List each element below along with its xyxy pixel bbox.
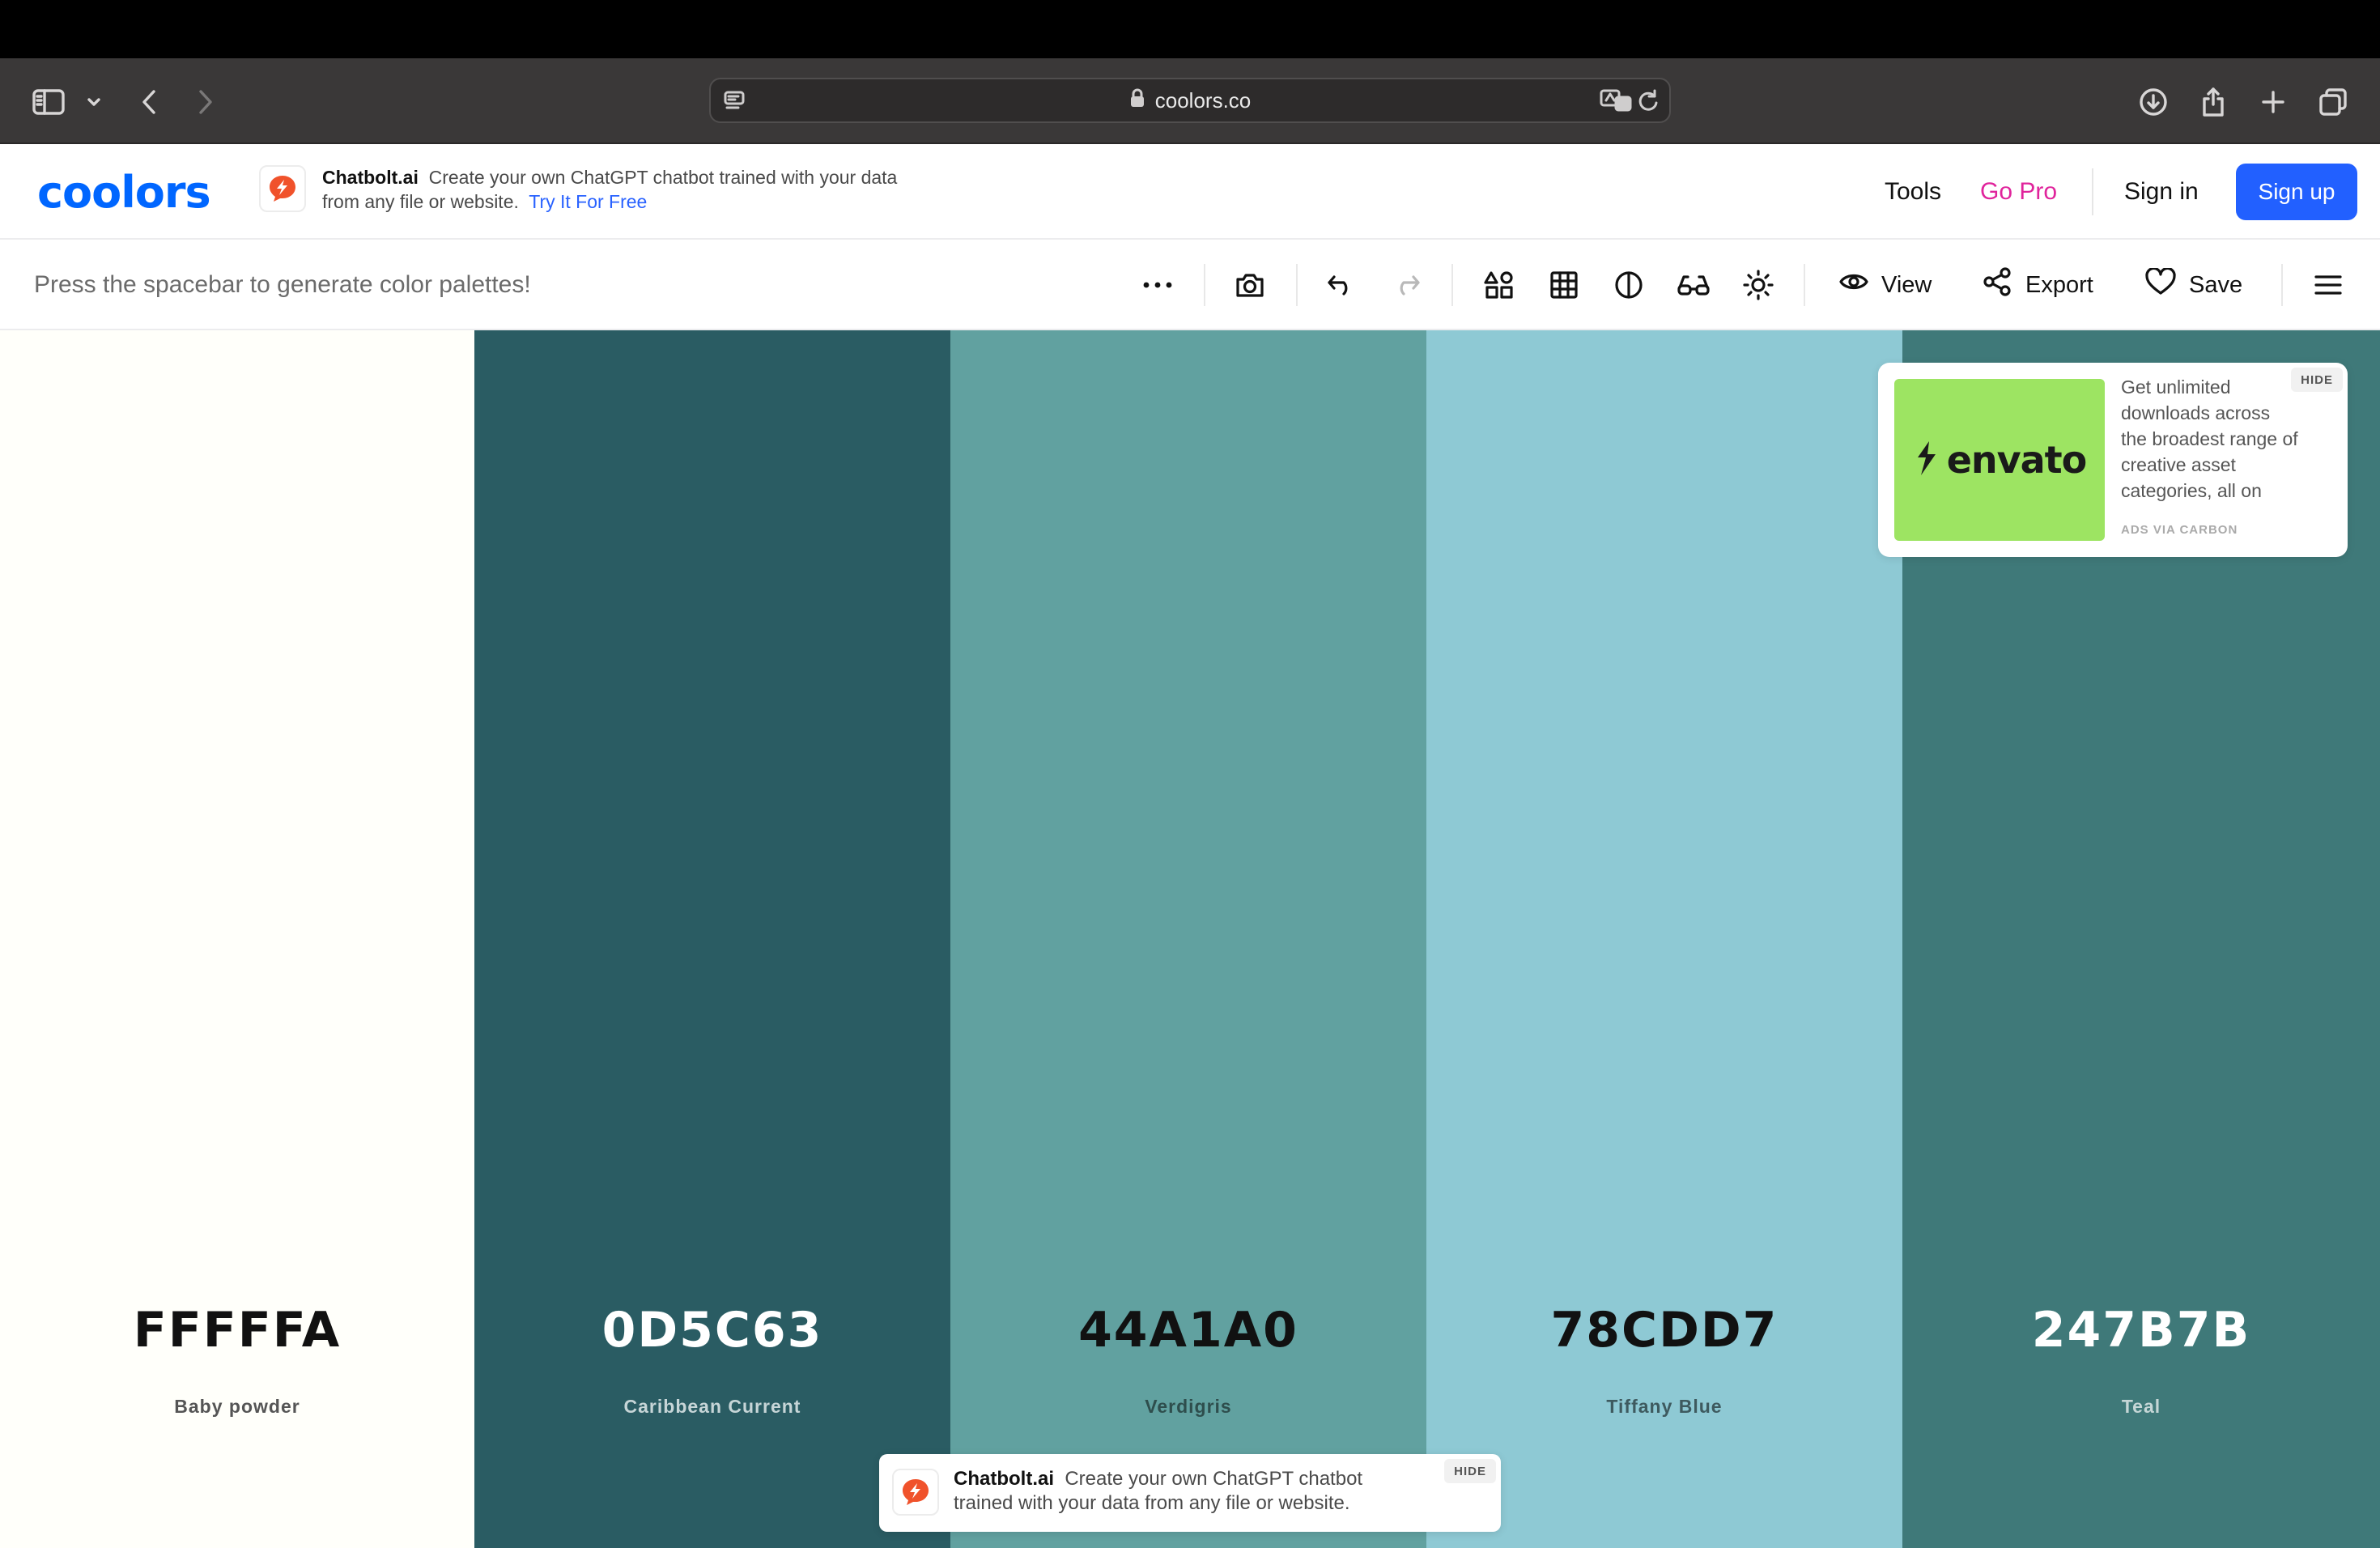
share-nodes-icon (1982, 266, 2012, 304)
envato-logo-text: envato (1946, 438, 2088, 482)
hex-code[interactable]: 44A1A0 (950, 1302, 1426, 1359)
site-header: coolors Chatbolt.ai Create your own Chat… (0, 144, 2380, 240)
toolbar-divider (2281, 264, 2283, 306)
browser-toolbar: coolors.co (0, 58, 2380, 144)
coolors-logo[interactable]: coolors (37, 167, 211, 218)
tabs-icon[interactable] (2310, 79, 2356, 125)
more-options-icon[interactable] (1133, 261, 1182, 309)
view-label: View (1881, 271, 1932, 298)
toolbar-divider (1451, 264, 1453, 306)
glasses-icon[interactable] (1669, 261, 1718, 309)
url-text: coolors.co (1154, 87, 1252, 113)
header-divider (2092, 168, 2093, 215)
export-label: Export (2025, 271, 2093, 298)
generator-toolbar: Press the spacebar to generate color pal… (0, 240, 2380, 330)
export-button[interactable]: Export (1982, 240, 2093, 330)
toolbar-divider (1204, 264, 1205, 306)
toolbar-divider (1296, 264, 1298, 306)
menu-icon[interactable] (2304, 261, 2352, 309)
translate-icon[interactable] (1600, 79, 1632, 121)
envato-ad-image[interactable]: envato (1894, 379, 2105, 541)
bottom-promo-text: Chatbolt.ai Create your own ChatGPT chat… (954, 1467, 1407, 1516)
nav-go-pro[interactable]: Go Pro (1980, 144, 2057, 240)
bottom-promo-brand: Chatbolt.ai (954, 1468, 1054, 1490)
shapes-icon[interactable] (1475, 261, 1524, 309)
download-icon[interactable] (2131, 79, 2176, 125)
promo-cta-link[interactable]: Try It For Free (529, 191, 647, 212)
color-column[interactable]: 44A1A0 Verdigris (950, 330, 1426, 1548)
ads-via-carbon[interactable]: ADS VIA CARBON (2121, 523, 2238, 537)
grid-icon[interactable] (1540, 261, 1588, 309)
chevron-down-icon[interactable] (73, 79, 115, 125)
color-column[interactable]: 78CDD7 Tiffany Blue (1426, 330, 1902, 1548)
hex-code[interactable]: FFFFFA (0, 1302, 474, 1359)
hex-code[interactable]: 78CDD7 (1426, 1302, 1902, 1359)
address-bar[interactable]: coolors.co (709, 78, 1671, 123)
eye-icon (1839, 271, 1868, 299)
top-bezel (0, 0, 2380, 58)
color-name: Baby powder (174, 1396, 300, 1417)
nav-tools[interactable]: Tools (1885, 144, 1941, 240)
hex-code[interactable]: 247B7B (1902, 1302, 2380, 1359)
hex-code[interactable]: 0D5C63 (474, 1302, 950, 1359)
lock-icon (1129, 87, 1145, 114)
spacebar-hint: Press the spacebar to generate color pal… (34, 271, 531, 298)
contrast-icon[interactable] (1604, 261, 1653, 309)
camera-icon[interactable] (1226, 261, 1274, 309)
color-name: Verdigris (1145, 1396, 1232, 1417)
color-column[interactable]: 0D5C63 Caribbean Current (474, 330, 950, 1548)
save-button[interactable]: Save (2145, 240, 2242, 330)
sign-up-button[interactable]: Sign up (2236, 164, 2357, 220)
back-icon[interactable] (126, 79, 172, 125)
forward-icon (183, 79, 228, 125)
color-column[interactable]: FFFFFA Baby powder (0, 330, 474, 1548)
color-name: Tiffany Blue (1606, 1396, 1723, 1417)
ad-text[interactable]: Get unlimited downloads across the broad… (2121, 374, 2299, 513)
url-display[interactable]: coolors.co (711, 79, 1669, 121)
promo-text: Chatbolt.ai Create your own ChatGPT chat… (322, 165, 905, 214)
carbon-ad[interactable]: envato Get unlimited downloads across th… (1878, 363, 2348, 557)
color-name: Caribbean Current (623, 1396, 801, 1417)
color-name: Teal (2121, 1396, 2161, 1417)
save-label: Save (2189, 271, 2243, 298)
heart-icon (2145, 266, 2176, 302)
redo-icon (1383, 261, 1431, 309)
hide-ad-button[interactable]: HIDE (2291, 368, 2343, 392)
toolbar-divider (1804, 264, 1805, 306)
chatbolt-logo-icon (892, 1469, 939, 1516)
share-icon[interactable] (2191, 79, 2236, 125)
envato-leaf-icon (1913, 440, 1940, 481)
sign-in-link[interactable]: Sign in (2124, 144, 2199, 240)
header-promo[interactable]: Chatbolt.ai Create your own ChatGPT chat… (259, 165, 905, 214)
reload-icon[interactable] (1637, 79, 1660, 121)
brightness-icon[interactable] (1734, 261, 1783, 309)
view-button[interactable]: View (1839, 240, 1932, 330)
plus-icon[interactable] (2250, 79, 2296, 125)
hide-promo-button[interactable]: HIDE (1444, 1459, 1496, 1483)
undo-icon[interactable] (1316, 261, 1365, 309)
bottom-promo[interactable]: Chatbolt.ai Create your own ChatGPT chat… (879, 1454, 1501, 1532)
sidebar-icon[interactable] (26, 79, 71, 125)
chatbolt-logo-icon (259, 165, 306, 212)
promo-brand: Chatbolt.ai (322, 167, 419, 188)
